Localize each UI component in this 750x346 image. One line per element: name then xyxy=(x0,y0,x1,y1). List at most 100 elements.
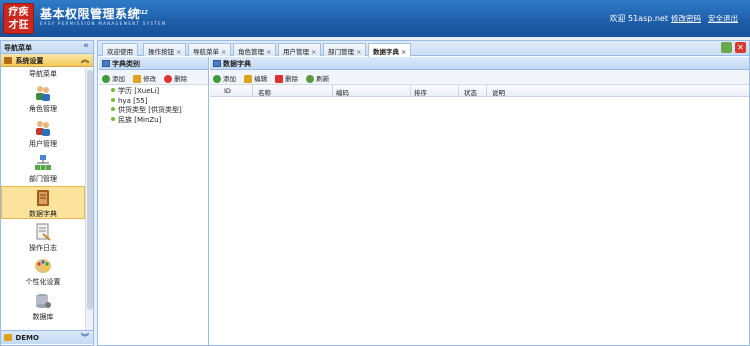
list-icon xyxy=(102,60,110,67)
dictionary-panel-header: 数据字典 xyxy=(210,57,749,70)
sidebar-scrollbar[interactable] xyxy=(85,68,93,330)
refresh-button[interactable]: 刷新 xyxy=(306,73,329,83)
sidebar-item-user[interactable]: 用户管理 xyxy=(1,119,85,149)
column-header-code[interactable]: 编码 xyxy=(336,87,349,97)
grid-header: ID 名称 编码 排序 状态 说明 xyxy=(210,85,749,97)
column-header-sort[interactable]: 排序 xyxy=(414,87,427,97)
palette-icon xyxy=(35,259,51,273)
add-icon xyxy=(102,75,110,83)
sidebar-item-label: 导航菜单 xyxy=(29,70,57,78)
tab-label: 角色管理 xyxy=(238,48,264,56)
tab-user[interactable]: 用户管理 × xyxy=(278,43,322,56)
add-button[interactable]: 添加 xyxy=(213,73,236,83)
tab-action-buttons[interactable]: 操作按钮 × xyxy=(143,43,187,56)
add-icon xyxy=(213,75,221,83)
accordion-label: DEMO xyxy=(15,334,39,342)
app-subtitle: EASY PERMISSION MANAGEMENT SYSTEM xyxy=(40,21,167,26)
delete-button[interactable]: 删除 xyxy=(164,73,187,83)
column-separator[interactable] xyxy=(410,85,411,97)
tree-node[interactable]: hya [55] xyxy=(111,97,208,107)
sidebar-item-label: 数据字典 xyxy=(29,210,57,218)
column-separator[interactable] xyxy=(458,85,459,97)
tree-node[interactable]: 民族 [MinZu] xyxy=(111,116,208,126)
accordion-label: 系统设置 xyxy=(15,57,44,65)
delete-icon xyxy=(164,75,173,83)
logout-link[interactable]: 安全退出 xyxy=(708,13,738,24)
tab-label: 欢迎使用 xyxy=(107,48,133,56)
column-separator[interactable] xyxy=(332,85,333,97)
column-separator[interactable] xyxy=(252,85,253,97)
logo: 疗疾才狂 xyxy=(3,3,34,34)
sidebar-item-label: 个性化设置 xyxy=(25,278,61,286)
tab-welcome[interactable]: 欢迎使用 xyxy=(102,43,138,56)
close-icon[interactable]: × xyxy=(356,48,361,56)
tab-label: 用户管理 xyxy=(283,48,309,56)
sidebar-item-department[interactable]: 部门管理 xyxy=(1,154,85,184)
sidebar-item-log[interactable]: 操作日志 xyxy=(1,223,85,253)
accordion-system-settings[interactable]: 系统设置 ︽ xyxy=(1,54,93,67)
tab-department[interactable]: 部门管理 × xyxy=(323,43,367,56)
tab-strip: 欢迎使用 操作按钮 × 导航菜单 × 角色管理 × 用户管理 × 部门管理 × 数据字典 ×… xyxy=(98,41,749,57)
tab-label: 操作按钮 xyxy=(148,48,174,56)
sidebar: 导航菜单 « 系统设置 ︽ 导航菜单 角色管理 用户管理 部门管理 数据字典 操… xyxy=(0,40,94,346)
refresh-tabs-icon[interactable] xyxy=(721,42,732,53)
sidebar-item-database[interactable]: 数据库 xyxy=(1,292,85,322)
sidebar-header: 导航菜单 « xyxy=(1,41,93,54)
panel-title: 数据字典 xyxy=(223,60,251,68)
category-panel-header: 字典类别 xyxy=(99,57,208,70)
edit-button[interactable]: 修改 xyxy=(133,73,156,83)
tab-label: 部门管理 xyxy=(328,48,354,56)
sidebar-item-dictionary[interactable]: 数据字典 xyxy=(1,186,85,219)
leaf-icon xyxy=(111,107,115,112)
column-header-status[interactable]: 状态 xyxy=(464,87,477,97)
sidebar-item-role[interactable]: 角色管理 xyxy=(1,84,85,114)
sidebar-item-personalize[interactable]: 个性化设置 xyxy=(1,257,85,287)
app-title: 基本权限管理系统 xyxy=(40,7,141,21)
folder-icon xyxy=(4,334,12,341)
app-version: 2012 xyxy=(134,10,148,16)
chevron-down-icon[interactable]: ︾ xyxy=(81,332,89,343)
tab-label: 导航菜单 xyxy=(193,48,219,56)
category-tree: 学历 [XueLi] hya [55] 供货类型 [供货类型] 民族 [MinZ… xyxy=(99,85,208,125)
close-icon[interactable]: × xyxy=(221,48,226,56)
column-separator[interactable] xyxy=(486,85,487,97)
delete-button[interactable]: 删除 xyxy=(275,73,298,83)
category-panel: 字典类别 添加 修改 删除 学历 [XueLi] hya [55] 供货类型 [… xyxy=(99,57,209,345)
add-button[interactable]: 添加 xyxy=(102,73,125,83)
close-icon[interactable]: × xyxy=(401,48,406,56)
chevron-up-icon[interactable]: ︽ xyxy=(81,54,89,65)
column-header-id[interactable]: ID xyxy=(224,87,231,95)
role-icon xyxy=(36,86,50,101)
welcome-text: 欢迎 51asp.net xyxy=(609,14,668,23)
pencil-icon xyxy=(244,75,253,83)
dictionary-toolbar: 添加 编辑 删除 刷新 xyxy=(210,70,749,85)
tree-node[interactable]: 供货类型 [供货类型] xyxy=(111,106,208,116)
delete-icon xyxy=(275,75,284,83)
close-icon[interactable]: × xyxy=(176,48,181,56)
tab-dictionary[interactable]: 数据字典 × xyxy=(368,43,412,57)
change-password-link[interactable]: 修改密码 xyxy=(671,13,701,24)
grid-icon xyxy=(213,60,221,67)
sidebar-item-label: 部门管理 xyxy=(29,175,57,183)
leaf-icon xyxy=(111,116,115,121)
sidebar-item-label: 数据库 xyxy=(32,313,54,321)
tree-node[interactable]: 学历 [XueLi] xyxy=(111,87,208,97)
edit-button[interactable]: 编辑 xyxy=(244,73,267,83)
tab-role[interactable]: 角色管理 × xyxy=(233,43,277,56)
column-header-name[interactable]: 名称 xyxy=(258,87,271,97)
scrollbar-thumb[interactable] xyxy=(87,70,93,310)
pencil-icon xyxy=(133,75,142,83)
menu-list: 导航菜单 角色管理 用户管理 部门管理 数据字典 操作日志 个性化设置 数据库 xyxy=(1,68,85,330)
wrench-icon xyxy=(4,57,12,64)
close-icon[interactable]: × xyxy=(266,48,271,56)
collapse-icon[interactable]: « xyxy=(83,41,89,51)
sidebar-item-label: 角色管理 xyxy=(29,105,57,113)
close-icon[interactable]: × xyxy=(311,48,316,56)
close-all-icon[interactable]: ✕ xyxy=(735,42,746,53)
tab-nav-menu[interactable]: 导航菜单 × xyxy=(188,43,232,56)
user-icon xyxy=(36,121,50,136)
column-header-remark[interactable]: 说明 xyxy=(492,87,505,97)
sidebar-item-label: 操作日志 xyxy=(29,244,57,252)
sidebar-item-nav-menu[interactable]: 导航菜单 xyxy=(1,69,85,79)
accordion-demo[interactable]: DEMO ︾ xyxy=(1,330,93,344)
